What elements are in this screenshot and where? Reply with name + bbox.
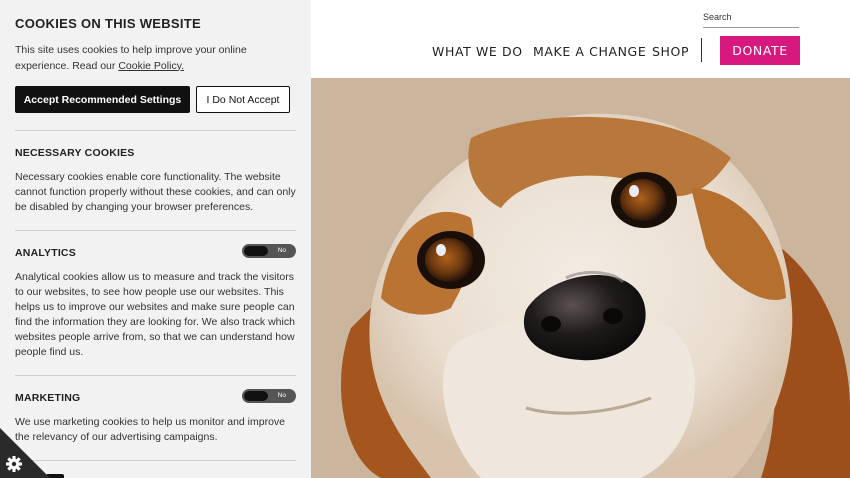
cookie-settings-button[interactable]	[0, 428, 50, 478]
cookie-panel: COOKIES ON THIS WEBSITE This site uses c…	[0, 0, 311, 478]
donate-button[interactable]: DONATE	[720, 36, 800, 65]
marketing-toggle[interactable]: No	[242, 389, 296, 403]
necessary-cookies-title: NECESSARY COOKIES	[15, 147, 135, 159]
accept-recommended-button[interactable]: Accept Recommended Settings	[15, 86, 190, 113]
hero-image	[311, 78, 850, 478]
gear-icon	[0, 428, 50, 478]
beagle-photo	[311, 78, 850, 478]
toggle-knob	[244, 391, 268, 401]
nav-what-we-do[interactable]: WHAT WE DO	[432, 44, 523, 59]
divider	[15, 375, 296, 376]
search-input[interactable]	[703, 6, 799, 27]
divider	[15, 230, 296, 231]
cookie-panel-title: COOKIES ON THIS WEBSITE	[15, 16, 202, 31]
nav-shop[interactable]: SHOP	[652, 44, 689, 59]
cookie-policy-link[interactable]: Cookie Policy.	[118, 60, 184, 72]
nav-make-a-change[interactable]: MAKE A CHANGE	[533, 44, 646, 59]
marketing-toggle-label: No	[277, 392, 286, 399]
analytics-title: ANALYTICS	[15, 247, 76, 259]
do-not-accept-button[interactable]: I Do Not Accept	[196, 86, 290, 113]
search-box	[703, 6, 799, 28]
toggle-knob	[244, 246, 268, 256]
analytics-toggle-label: No	[277, 247, 286, 254]
marketing-title: MARKETING	[15, 392, 81, 404]
nav-divider	[701, 38, 702, 62]
marketing-text: We use marketing cookies to help us moni…	[15, 416, 286, 443]
cookie-intro: This site uses cookies to help improve y…	[15, 43, 290, 74]
necessary-cookies-text: Necessary cookies enable core functional…	[15, 171, 296, 213]
analytics-text: Analytical cookies allow us to measure a…	[15, 271, 295, 358]
divider	[15, 130, 296, 131]
divider	[15, 460, 296, 461]
analytics-toggle[interactable]: No	[242, 244, 296, 258]
